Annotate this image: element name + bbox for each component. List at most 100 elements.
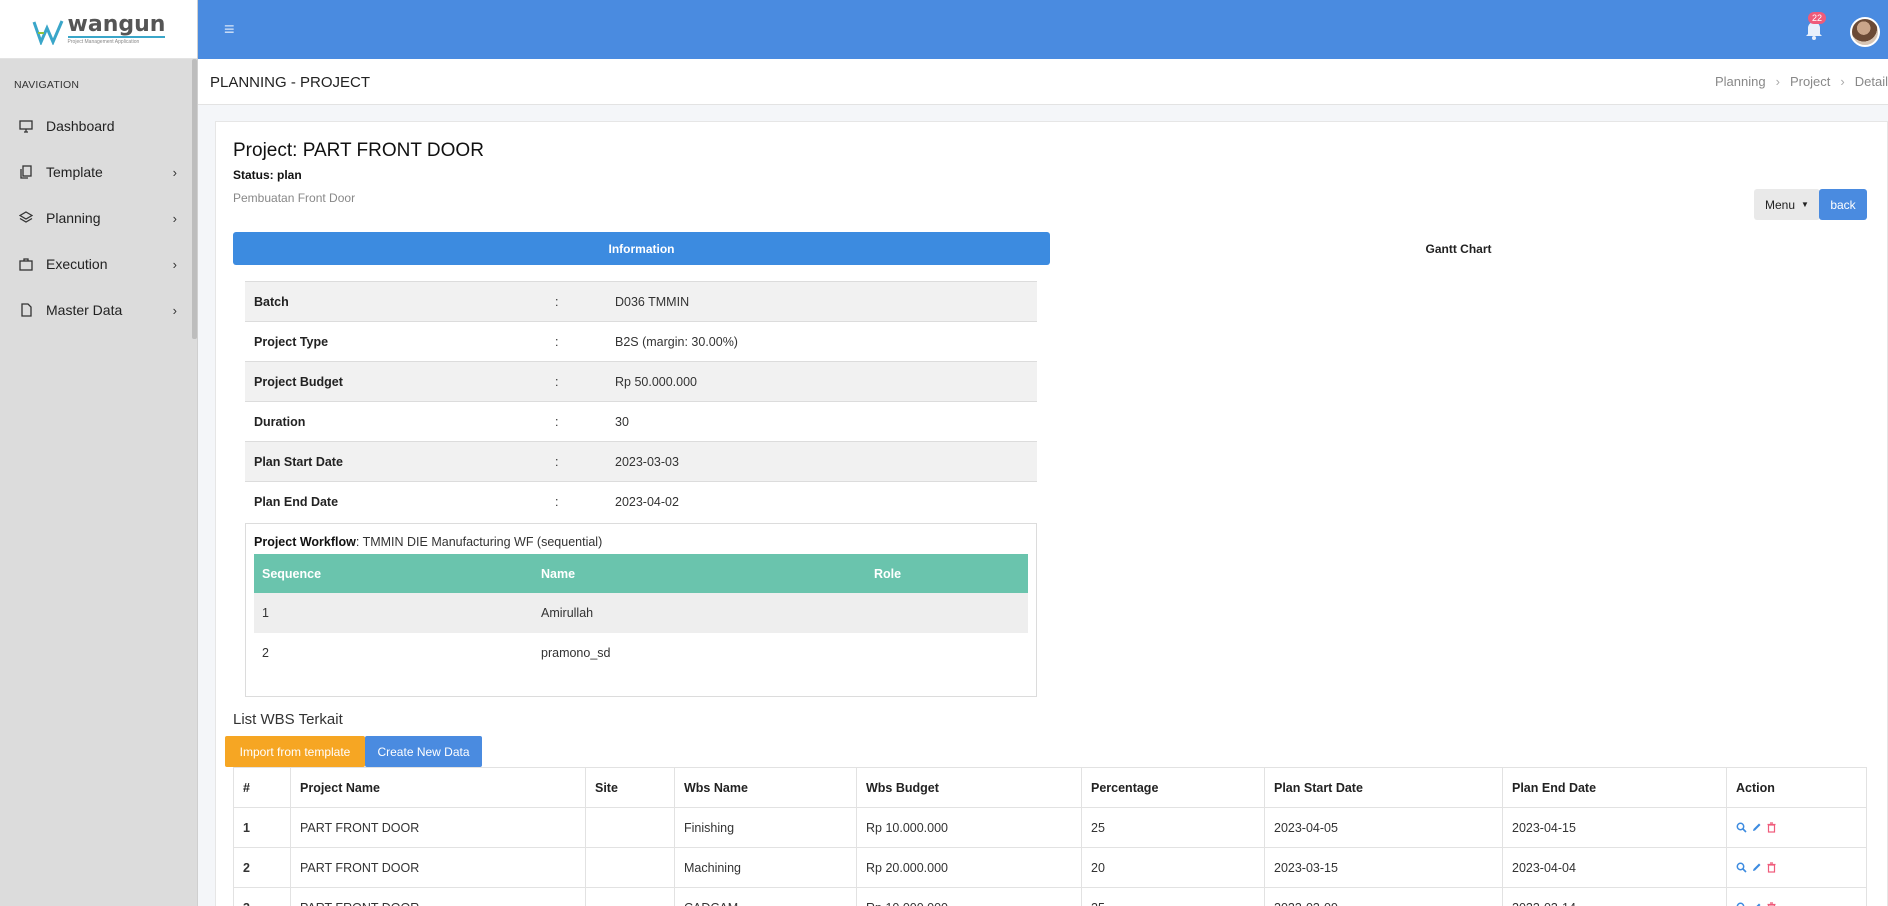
column-header: Wbs Budget: [857, 768, 1082, 807]
avatar[interactable]: [1850, 17, 1880, 47]
column-header: Wbs Name: [675, 768, 857, 807]
column-header: #: [234, 768, 291, 807]
copy-icon: [18, 164, 34, 180]
notification-badge: 22: [1808, 12, 1827, 24]
workflow-name: pramono_sd: [541, 646, 611, 660]
info-colon: :: [555, 374, 559, 389]
info-row-plan-start-date: Plan Start Date : 2023-03-03: [245, 441, 1037, 481]
column-header: Plan Start Date: [1265, 768, 1503, 807]
info-key: Batch: [254, 294, 289, 309]
column-header: Plan End Date: [1503, 768, 1727, 807]
cell-plan-start: 2023-04-05: [1265, 808, 1503, 847]
chevron-right-icon: ›: [172, 164, 177, 180]
trash-icon[interactable]: [1766, 822, 1777, 833]
info-colon: :: [555, 414, 559, 429]
topbar: ≡ 22: [198, 0, 1888, 59]
info-colon: :: [555, 294, 559, 309]
column-header: Sequence: [262, 566, 322, 581]
info-value: 30: [615, 414, 629, 429]
create-new-data-button[interactable]: Create New Data: [365, 736, 482, 767]
workflow-label-value: : TMMIN DIE Manufacturing WF (sequential…: [355, 535, 603, 549]
trash-icon[interactable]: [1766, 902, 1777, 906]
tab-gantt-chart[interactable]: Gantt Chart: [1050, 232, 1867, 265]
cell-actions: [1727, 848, 1866, 887]
info-row-duration: Duration : 30: [245, 401, 1037, 441]
caret-down-icon: ▼: [1801, 200, 1809, 209]
edit-icon[interactable]: [1751, 862, 1762, 873]
info-row-project-type: Project Type : B2S (margin: 30.00%): [245, 321, 1037, 361]
breadcrumb: Planning › Project › Detail: [1715, 74, 1888, 89]
project-description: Pembuatan Front Door: [233, 191, 356, 205]
cell-percentage: 25: [1082, 808, 1265, 847]
info-key: Plan End Date: [254, 494, 339, 509]
search-icon[interactable]: [1736, 862, 1747, 873]
search-icon[interactable]: [1736, 902, 1747, 906]
sidebar-item-dashboard[interactable]: Dashboard: [0, 103, 197, 149]
breadcrumb-detail: Detail: [1854, 74, 1888, 89]
chevron-right-icon: ›: [172, 256, 177, 272]
info-key: Project Type: [254, 334, 329, 349]
table-row: 1 PART FRONT DOOR Finishing Rp 10.000.00…: [234, 808, 1866, 848]
page-title: PLANNING - PROJECT: [210, 74, 371, 91]
project-card: Project: PART FRONT DOOR Status: plan Pe…: [215, 121, 1888, 906]
info-value: 2023-04-02: [615, 494, 679, 509]
table-row: 3 PART FRONT DOOR CADCAM Rp 10.000.000 2…: [234, 888, 1866, 906]
info-key: Plan Start Date: [254, 454, 343, 469]
menu-button-label: Menu: [1765, 197, 1796, 212]
info-colon: :: [555, 454, 559, 469]
back-button[interactable]: back: [1819, 189, 1867, 220]
info-colon: :: [555, 334, 559, 349]
page-header: PLANNING - PROJECT Planning › Project › …: [198, 59, 1888, 105]
table-row: 2 PART FRONT DOOR Machining Rp 20.000.00…: [234, 848, 1866, 888]
nav-title: NAVIGATION: [14, 79, 80, 91]
edit-icon[interactable]: [1751, 902, 1762, 906]
column-header: Name: [541, 566, 576, 581]
cell-no: 3: [234, 888, 291, 906]
info-value: B2S (margin: 30.00%): [615, 334, 738, 349]
breadcrumb-project[interactable]: Project: [1790, 74, 1830, 89]
search-icon[interactable]: [1736, 822, 1747, 833]
chevron-right-icon: ›: [172, 210, 177, 226]
cell-actions: [1727, 808, 1866, 847]
wbs-table-header: # Project Name Site Wbs Name Wbs Budget …: [234, 768, 1866, 808]
cell-project-name: PART FRONT DOOR: [291, 848, 586, 887]
workflow-label-key: Project Workflow: [254, 535, 356, 549]
logo-word: wangun: [67, 11, 166, 38]
cell-no: 2: [234, 848, 291, 887]
cell-percentage: 20: [1082, 848, 1265, 887]
sidebar-scrollbar[interactable]: [192, 59, 197, 339]
project-title: Project: PART FRONT DOOR: [233, 140, 484, 161]
cell-plan-start: 2023-03-15: [1265, 848, 1503, 887]
cell-actions: [1727, 888, 1866, 906]
trash-icon[interactable]: [1766, 862, 1777, 873]
edit-icon[interactable]: [1751, 822, 1762, 833]
info-row-plan-end-date: Plan End Date : 2023-04-02: [245, 481, 1037, 521]
breadcrumb-separator-icon: ›: [1775, 74, 1780, 89]
logo[interactable]: wangun Project Management Application: [0, 0, 197, 59]
sidebar-item-execution[interactable]: Execution ›: [0, 241, 197, 287]
cell-percentage: 25: [1082, 888, 1265, 906]
sidebar-item-planning[interactable]: Planning ›: [0, 195, 197, 241]
workflow-label: Project Workflow: TMMIN DIE Manufacturin…: [254, 535, 602, 549]
cell-no: 1: [234, 808, 291, 847]
column-header: Percentage: [1082, 768, 1265, 807]
workflow-seq: 2: [262, 646, 269, 660]
sidebar-item-master-data[interactable]: Master Data ›: [0, 287, 197, 333]
workflow-name: Amirullah: [541, 606, 594, 620]
info-colon: :: [555, 494, 559, 509]
breadcrumb-planning[interactable]: Planning: [1715, 74, 1766, 89]
sidebar-item-label: Planning: [46, 210, 101, 226]
import-from-template-button[interactable]: Import from template: [225, 736, 365, 767]
info-key: Project Budget: [254, 374, 343, 389]
menu-dropdown-button[interactable]: Menu ▼: [1754, 189, 1820, 220]
sidebar-item-label: Dashboard: [46, 118, 115, 134]
cell-project-name: PART FRONT DOOR: [291, 888, 586, 906]
tab-information[interactable]: Information: [233, 232, 1050, 265]
project-info-table: Batch : D036 TMMIN Project Type : B2S (m…: [245, 281, 1037, 521]
cell-plan-end: 2023-04-04: [1503, 848, 1727, 887]
hamburger-menu-icon[interactable]: ≡: [224, 19, 235, 40]
sidebar-item-label: Master Data: [46, 302, 123, 318]
briefcase-icon: [18, 256, 34, 272]
sidebar-item-template[interactable]: Template ›: [0, 149, 197, 195]
column-header: Project Name: [291, 768, 586, 807]
